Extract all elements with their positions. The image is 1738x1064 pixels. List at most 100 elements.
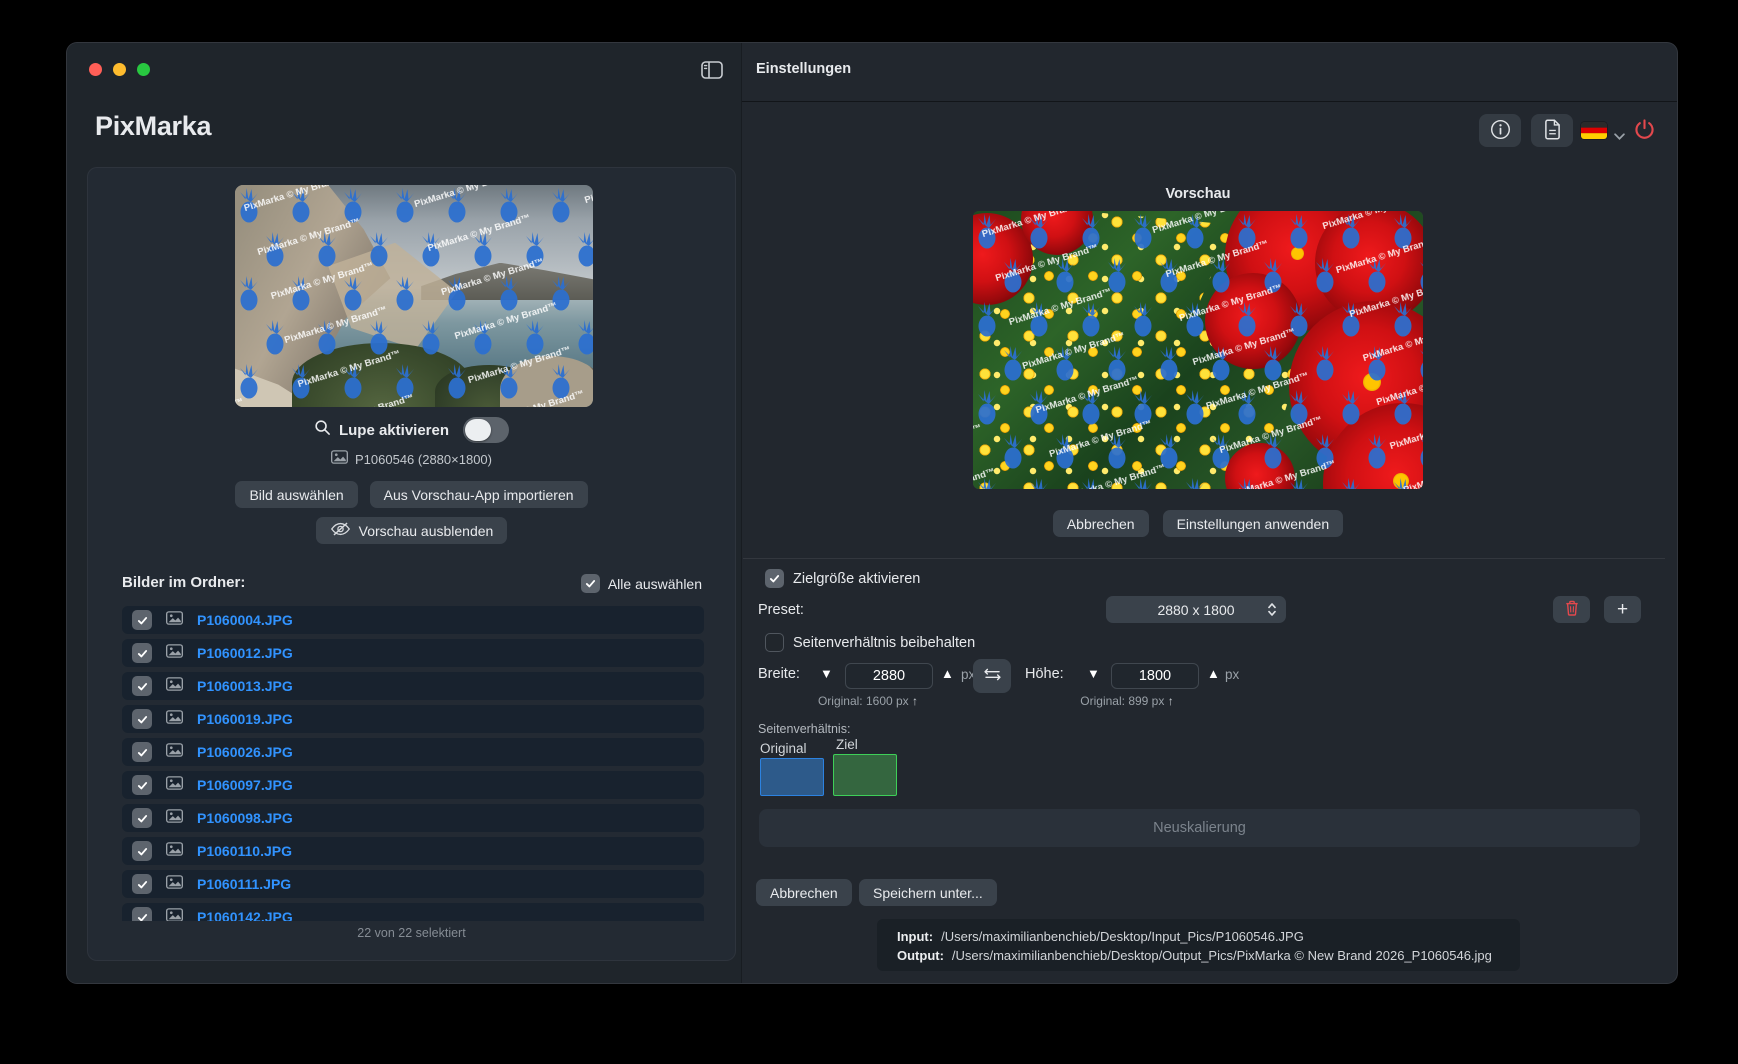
file-list-item[interactable]: P1060097.JPG (122, 771, 704, 799)
height-increment-icon[interactable]: ▲ (1207, 666, 1220, 681)
file-checkbox[interactable] (132, 874, 152, 894)
width-original: Original: 1600 px ↑ (778, 694, 958, 708)
settings-cancel-button[interactable]: Abbrechen (756, 879, 852, 906)
height-original: Original: 899 px ↑ (1037, 694, 1217, 708)
desktop-background: Einstellungen PixMarka (0, 0, 1738, 1064)
file-list-item[interactable]: P1060111.JPG (122, 870, 704, 898)
select-all-row: Alle auswählen (581, 574, 702, 593)
select-all-checkbox[interactable] (581, 574, 600, 593)
image-icon (166, 611, 183, 630)
rescale-button[interactable]: Neuskalierung (759, 809, 1640, 847)
image-icon (166, 842, 183, 861)
file-name: P1060004.JPG (197, 612, 293, 628)
file-name: P1060026.JPG (197, 744, 293, 760)
aspect-original-swatch (760, 758, 824, 796)
aspect-ratio-caption: Seitenverhältnis: (758, 722, 850, 736)
file-name: P1060098.JPG (197, 810, 293, 826)
select-image-button[interactable]: Bild auswählen (235, 481, 357, 508)
sidebar-toggle-button[interactable] (697, 58, 727, 85)
file-list: P1060004.JPG P1060012.JPG P1060013.JPG P… (122, 606, 704, 921)
file-checkbox[interactable] (132, 610, 152, 630)
file-list-item[interactable]: P1060013.JPG (122, 672, 704, 700)
file-name: P1060013.JPG (197, 678, 293, 694)
section-divider (743, 558, 1665, 559)
sidebar-icon (701, 61, 723, 82)
language-flag-german[interactable] (1581, 122, 1607, 139)
aspect-target-label: Ziel (836, 737, 858, 752)
delete-preset-button[interactable] (1553, 596, 1590, 623)
width-original-apply-icon[interactable]: ↑ (912, 694, 918, 708)
width-increment-icon[interactable]: ▲ (941, 666, 954, 681)
aspect-original-label: Original (760, 741, 807, 756)
eye-off-icon (330, 522, 351, 539)
page-title: PixMarka (95, 111, 211, 142)
width-label: Breite: (758, 666, 800, 682)
preview-title: Vorschau (973, 186, 1423, 202)
close-window-button[interactable] (89, 63, 102, 76)
file-name: P1060019.JPG (197, 711, 293, 727)
image-icon (166, 809, 183, 828)
io-paths-box: Input:/Users/maximilianbenchieb/Desktop/… (877, 919, 1520, 971)
file-checkbox[interactable] (132, 907, 152, 921)
watermark-overlay: PixMarka © My Brand™ (973, 211, 1423, 489)
minimize-window-button[interactable] (113, 63, 126, 76)
file-list-item[interactable]: P1060026.JPG (122, 738, 704, 766)
file-checkbox[interactable] (132, 709, 152, 729)
height-label: Höhe: (1025, 666, 1064, 682)
apply-settings-button[interactable]: Einstellungen anwenden (1163, 510, 1344, 537)
swap-dimensions-button[interactable] (973, 659, 1011, 693)
file-list-item[interactable]: P1060098.JPG (122, 804, 704, 832)
add-preset-button[interactable]: + (1604, 596, 1641, 623)
file-checkbox[interactable] (132, 841, 152, 861)
image-icon (166, 776, 183, 795)
file-list-item[interactable]: P1060142.JPG (122, 903, 704, 921)
file-checkbox[interactable] (132, 742, 152, 762)
hide-preview-button[interactable]: Vorschau ausblenden (316, 517, 508, 544)
import-from-preview-button[interactable]: Aus Vorschau-App importieren (370, 481, 588, 508)
magnifier-icon (314, 419, 331, 441)
magnifier-toggle[interactable] (463, 417, 509, 443)
info-button[interactable] (1479, 114, 1521, 147)
app-window: Einstellungen PixMarka (66, 42, 1678, 984)
height-input[interactable] (1111, 663, 1199, 689)
file-checkbox[interactable] (132, 775, 152, 795)
dropdown-chevrons-icon (1267, 602, 1277, 620)
width-decrement-icon[interactable]: ▼ (820, 666, 833, 681)
image-icon (166, 743, 183, 762)
split-divider (741, 43, 742, 984)
aspect-target-swatch (833, 754, 897, 796)
window-title: Einstellungen (756, 61, 851, 77)
file-name: P1060142.JPG (197, 909, 293, 921)
input-label: Input: (897, 929, 933, 944)
height-decrement-icon[interactable]: ▼ (1087, 666, 1100, 681)
image-icon (166, 908, 183, 922)
file-checkbox[interactable] (132, 643, 152, 663)
trash-icon (1565, 600, 1579, 619)
toggle-knob (465, 419, 491, 441)
target-size-checkbox[interactable] (765, 569, 784, 588)
preset-value: 2880 x 1800 (1157, 602, 1234, 618)
language-chevron-down-icon[interactable] (1614, 127, 1625, 145)
height-original-apply-icon[interactable]: ↑ (1168, 694, 1174, 708)
preview-cancel-button[interactable]: Abbrechen (1053, 510, 1149, 537)
output-label: Output: (897, 948, 944, 963)
width-input[interactable] (845, 663, 933, 689)
zoom-window-button[interactable] (137, 63, 150, 76)
file-name: P1060097.JPG (197, 777, 293, 793)
folder-header: Bilder im Ordner: (122, 574, 245, 591)
keep-aspect-checkbox[interactable] (765, 633, 784, 652)
file-name: P1060111.JPG (197, 876, 291, 892)
preset-dropdown[interactable]: 2880 x 1800 (1106, 596, 1286, 623)
file-list-item[interactable]: P1060019.JPG (122, 705, 704, 733)
save-as-button[interactable]: Speichern unter... (859, 879, 997, 906)
file-list-item[interactable]: P1060004.JPG (122, 606, 704, 634)
file-checkbox[interactable] (132, 676, 152, 696)
file-checkbox[interactable] (132, 808, 152, 828)
file-list-item[interactable]: P1060012.JPG (122, 639, 704, 667)
log-button[interactable] (1531, 114, 1573, 147)
image-icon (166, 644, 183, 663)
power-icon (1633, 129, 1656, 144)
watermark-overlay: PixMarka © My Brand™ (235, 185, 593, 407)
file-list-item[interactable]: P1060110.JPG (122, 837, 704, 865)
quit-button[interactable] (1633, 118, 1656, 144)
